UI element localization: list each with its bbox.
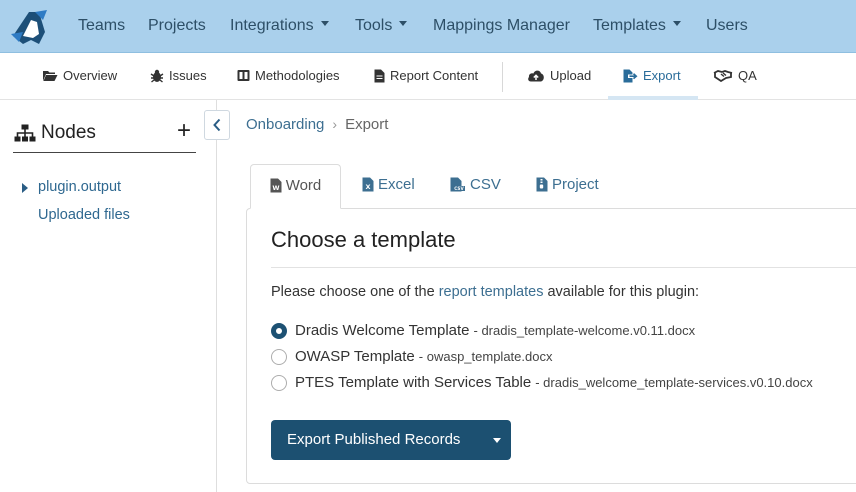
sidebar-divider	[13, 152, 196, 153]
template-name: OWASP Template	[295, 348, 415, 365]
nav-integrations-label: Integrations	[230, 17, 314, 34]
nodes-sidebar: Nodes + plugin.output Uploaded files	[0, 100, 217, 492]
dradis-logo-icon[interactable]	[9, 6, 51, 48]
collapse-sidebar-button[interactable]	[204, 110, 230, 140]
template-radio[interactable]	[271, 322, 287, 339]
choose-template-panel: Choose a template Please choose one of t…	[246, 208, 856, 484]
nav-templates-label: Templates	[593, 17, 666, 34]
breadcrumb: Onboarding › Export	[246, 116, 388, 133]
breadcrumb-onboarding[interactable]: Onboarding	[246, 116, 324, 133]
export-button-group: Export Published Records	[271, 420, 511, 460]
export-published-records-button[interactable]: Export Published Records	[287, 431, 460, 448]
book-icon	[237, 70, 250, 81]
subnav-methodologies-label: Methodologies	[255, 68, 340, 83]
node-uploaded-files[interactable]: Uploaded files	[38, 207, 130, 223]
top-navbar: Teams Projects Integrations Tools Mappin…	[0, 0, 856, 53]
subnav-export-label: Export	[643, 68, 681, 83]
subnav-report-content[interactable]: Report Content	[374, 68, 478, 83]
subnav-upload-label: Upload	[550, 68, 592, 83]
panel-divider	[271, 267, 856, 268]
subnav-overview-label: Overview	[63, 68, 118, 83]
handshake-icon	[713, 70, 733, 82]
template-option-dradis-welcome[interactable]: Dradis Welcome Template - dradis_templat…	[271, 322, 695, 339]
nodes-title: Nodes	[14, 122, 96, 144]
file-archive-icon	[536, 177, 548, 192]
subnav-active-indicator	[608, 96, 698, 100]
template-file: - dradis_template-welcome.v0.11.docx	[473, 323, 696, 338]
nav-teams[interactable]: Teams	[78, 17, 125, 35]
template-radio[interactable]	[271, 348, 287, 365]
file-word-icon: W	[270, 178, 282, 193]
template-option-owasp[interactable]: OWASP Template - owasp_template.docx	[271, 348, 552, 365]
breadcrumb-current: Export	[345, 116, 389, 133]
folder-open-icon	[43, 70, 58, 81]
file-icon	[374, 69, 385, 82]
nav-users[interactable]: Users	[706, 17, 748, 35]
subnav-export[interactable]: Export	[623, 68, 681, 83]
nav-tools-label: Tools	[355, 17, 393, 34]
caret-down-icon	[493, 437, 501, 443]
template-name: Dradis Welcome Template	[295, 322, 470, 339]
tab-csv-label: CSV	[470, 176, 501, 193]
node-plugin-output[interactable]: plugin.output	[38, 179, 121, 195]
add-node-button[interactable]: +	[177, 117, 191, 145]
template-file: - owasp_template.docx	[418, 349, 553, 364]
subnav-report-content-label: Report Content	[390, 68, 479, 83]
sitemap-icon	[14, 124, 36, 142]
tab-csv[interactable]: CSV CSV	[450, 164, 501, 209]
nav-mappings-manager[interactable]: Mappings Manager	[433, 17, 570, 35]
chevron-right-icon: ›	[332, 116, 338, 132]
bug-icon	[150, 69, 164, 83]
template-radio[interactable]	[271, 374, 287, 391]
nav-templates[interactable]: Templates	[593, 17, 681, 35]
tab-word-label: Word	[285, 177, 322, 194]
subnav-methodologies[interactable]: Methodologies	[237, 68, 340, 83]
prompt-text-after: available for this plugin:	[543, 284, 700, 300]
subnav-divider	[502, 62, 503, 92]
report-templates-link[interactable]: report templates	[439, 284, 544, 300]
tab-excel-label: Excel	[378, 176, 415, 193]
caret-down-icon	[320, 21, 329, 27]
project-subnav: Overview Issues Methodologies Report Con…	[0, 53, 856, 100]
template-option-ptes[interactable]: PTES Template with Services Table - drad…	[271, 374, 813, 391]
caret-right-icon[interactable]	[22, 183, 28, 193]
svg-text:CSV: CSV	[454, 186, 464, 191]
caret-down-icon	[399, 21, 408, 27]
nav-tools[interactable]: Tools	[355, 17, 408, 35]
svg-text:X: X	[365, 183, 370, 191]
file-csv-icon: CSV	[450, 177, 465, 192]
tab-word[interactable]: W Word	[250, 164, 341, 209]
caret-down-icon	[672, 21, 681, 27]
cloud-upload-icon	[528, 70, 544, 82]
subnav-qa[interactable]: QA	[713, 68, 757, 83]
tab-project-label: Project	[552, 176, 599, 193]
template-file: - dradis_welcome_template-services.v0.10…	[535, 375, 813, 390]
subnav-issues-label: Issues	[169, 68, 207, 83]
export-options-dropdown[interactable]	[483, 420, 511, 460]
tab-excel[interactable]: X Excel	[362, 164, 415, 209]
tab-project[interactable]: Project	[536, 164, 599, 209]
subnav-qa-label: QA	[738, 68, 757, 83]
subnav-upload[interactable]: Upload	[527, 68, 591, 83]
nodes-title-label: Nodes	[41, 122, 96, 143]
panel-heading: Choose a template	[271, 227, 456, 252]
nav-projects[interactable]: Projects	[148, 17, 206, 35]
subnav-overview[interactable]: Overview	[42, 68, 117, 83]
chevron-left-icon	[213, 118, 221, 132]
file-excel-icon: X	[362, 177, 374, 192]
template-prompt: Please choose one of the report template…	[271, 284, 699, 300]
nav-integrations[interactable]: Integrations	[230, 17, 329, 35]
subnav-issues[interactable]: Issues	[150, 68, 207, 83]
template-name: PTES Template with Services Table	[295, 374, 532, 391]
svg-text:W: W	[272, 184, 279, 192]
prompt-text-before: Please choose one of the	[271, 284, 439, 300]
export-icon	[623, 69, 638, 82]
